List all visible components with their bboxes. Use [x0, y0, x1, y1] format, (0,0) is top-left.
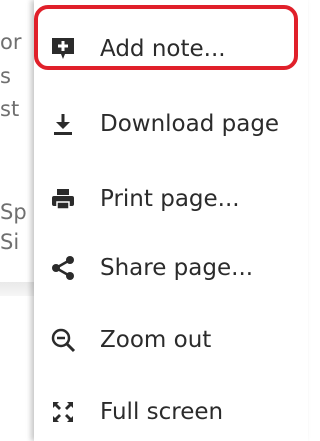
background-text: st	[0, 97, 20, 121]
menu-item-zoom-out[interactable]: Zoom out	[34, 312, 308, 368]
menu-item-label: Share page...	[100, 255, 254, 281]
menu-item-label: Add note...	[100, 36, 226, 62]
download-icon	[49, 110, 77, 138]
menu-item-label: Full screen	[100, 399, 224, 425]
menu-item-share-page[interactable]: Share page...	[34, 240, 308, 296]
background-divider	[0, 282, 34, 296]
page-context-menu: Add note... Download page Print page...	[34, 0, 308, 441]
background-text: Si	[0, 230, 20, 254]
menu-item-full-screen[interactable]: Full screen	[34, 384, 308, 440]
background-text: or	[0, 30, 22, 54]
menu-item-label: Zoom out	[100, 327, 212, 353]
menu-item-label: Print page...	[100, 186, 240, 212]
menu-item-download-page[interactable]: Download page	[34, 96, 308, 152]
background-text: s	[0, 64, 11, 88]
menu-item-label: Download page	[100, 111, 280, 137]
background-text: Sp	[0, 200, 27, 224]
print-icon	[49, 185, 77, 213]
menu-item-print-page[interactable]: Print page...	[34, 171, 308, 227]
zoom-out-icon	[49, 326, 77, 354]
full-screen-icon	[49, 398, 77, 426]
share-icon	[49, 254, 77, 282]
menu-item-add-note[interactable]: Add note...	[34, 21, 308, 77]
add-note-icon	[49, 35, 77, 63]
